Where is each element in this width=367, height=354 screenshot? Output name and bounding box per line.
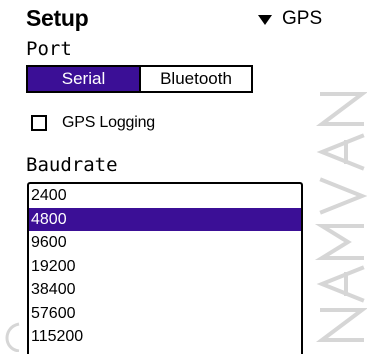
port-option-bluetooth[interactable]: Bluetooth	[139, 67, 251, 91]
checkbox-unchecked-icon[interactable]	[31, 115, 47, 131]
baudrate-label: Baudrate	[26, 154, 118, 176]
baudrate-option-57600[interactable]: 57600	[29, 302, 301, 326]
port-segmented-control: Serial Bluetooth	[26, 65, 253, 93]
navman-watermark-logo	[300, 48, 367, 348]
port-option-serial[interactable]: Serial	[28, 67, 139, 91]
edge-decoration-icon	[5, 322, 20, 352]
baudrate-option-2400[interactable]: 2400	[29, 184, 301, 208]
gps-logging-checkbox[interactable]: GPS Logging	[31, 114, 155, 132]
baudrate-option-9600[interactable]: 9600	[29, 231, 301, 255]
baudrate-list[interactable]: 2400 4800 9600 19200 38400 57600 115200	[27, 182, 303, 354]
navman-logo-icon	[314, 92, 367, 342]
category-dropdown[interactable]: GPS	[258, 8, 322, 30]
baudrate-option-19200[interactable]: 19200	[29, 255, 301, 279]
baudrate-option-115200[interactable]: 115200	[29, 325, 301, 349]
gps-logging-label: GPS Logging	[62, 114, 155, 131]
category-label: GPS	[282, 8, 323, 29]
baudrate-option-38400[interactable]: 38400	[29, 278, 301, 302]
triangle-down-icon	[258, 15, 272, 25]
port-label: Port	[26, 38, 72, 60]
page-title: Setup	[26, 5, 89, 31]
baudrate-option-4800[interactable]: 4800	[29, 207, 301, 231]
